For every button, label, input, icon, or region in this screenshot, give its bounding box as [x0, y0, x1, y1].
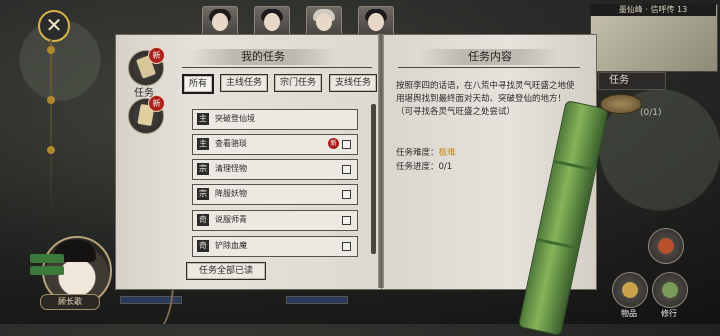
minimap-title: 墨仙峰 · 信呼传 13: [590, 4, 716, 16]
task-name: 降服妖物: [215, 189, 247, 198]
cultivate-label: 修行: [661, 309, 677, 318]
task-type-icon: 宗: [197, 188, 209, 200]
new-badge: 新: [148, 95, 165, 112]
filter-all[interactable]: 所有: [182, 74, 214, 94]
task-type-icon: 主: [197, 138, 209, 150]
filter-main[interactable]: 主线任务: [220, 74, 268, 92]
task-row[interactable]: 主 突破登仙境: [192, 109, 358, 130]
task-name: 说服师青: [215, 215, 247, 224]
filter-side[interactable]: 支线任务: [329, 74, 377, 92]
progress-value: 0/1: [438, 162, 453, 172]
skill-button[interactable]: [648, 228, 684, 264]
task-row[interactable]: 宗 降服妖物: [192, 184, 358, 205]
task-detail-title: 任务内容: [420, 49, 560, 65]
task-name: 铲除血魔: [215, 241, 247, 250]
task-type-icon: 奇: [197, 240, 209, 252]
task-checkbox[interactable]: [342, 140, 351, 149]
items-label: 物品: [621, 309, 637, 318]
cultivate-button[interactable]: [652, 272, 688, 308]
new-badge: 新: [148, 47, 165, 64]
side-task-tab[interactable]: 任务: [598, 72, 666, 90]
items-button[interactable]: [612, 272, 648, 308]
buff-tag: [30, 254, 64, 263]
filter-sect[interactable]: 宗门任务: [274, 74, 322, 92]
close-icon: ✕: [45, 13, 63, 37]
difficulty-label: 任务难度：: [396, 148, 439, 158]
menu-dot-icon: [47, 46, 55, 54]
mark-all-read-button[interactable]: 任务全部已读: [186, 262, 266, 280]
player-name[interactable]: 顾长歌: [40, 294, 100, 310]
task-checkbox[interactable]: [342, 165, 351, 174]
task-type-icon: 主: [197, 113, 209, 125]
my-tasks-title: 我的任务: [188, 49, 338, 65]
title-divider: [398, 67, 580, 68]
bamboo-cap-decoration: [600, 94, 642, 114]
task-row[interactable]: 奇 铲除血魔: [192, 236, 358, 257]
task-name: 查看骆琰: [215, 139, 247, 148]
task-description: 按照李四的话语，在八荒中寻找灵气旺盛之地使用堪舆找到最终面对天劫、突破登仙的地方…: [396, 81, 575, 117]
task-checkbox[interactable]: [342, 216, 351, 225]
menu-dot-icon: [47, 146, 55, 154]
book-spine: [378, 34, 384, 288]
progress-label: 任务进度：: [396, 162, 439, 172]
new-badge: 新: [328, 138, 339, 149]
buff-tag: [30, 266, 64, 275]
task-checkbox[interactable]: [342, 190, 351, 199]
menu-divider: [50, 40, 52, 220]
task-type-icon: 奇: [197, 214, 209, 226]
task-progress: 任务进度：0/1: [396, 160, 452, 172]
task-difficulty: 任务难度：极难: [396, 146, 456, 158]
task-type-icon: 宗: [197, 163, 209, 175]
task-row[interactable]: 主 查看骆琰 新: [192, 134, 358, 155]
side-task-progress: (0/1): [640, 108, 662, 118]
title-divider: [182, 67, 372, 68]
menu-dot-icon: [47, 96, 55, 104]
task-name: 突破登仙境: [215, 114, 255, 123]
task-row[interactable]: 奇 说服师青: [192, 210, 358, 231]
mp-bar: [286, 296, 348, 304]
task-checkbox[interactable]: [342, 242, 351, 251]
difficulty-value: 极难: [438, 148, 456, 158]
task-list-scrollbar[interactable]: [371, 104, 376, 254]
task-name: 清理怪物: [215, 164, 247, 173]
close-button[interactable]: ✕: [38, 10, 70, 42]
task-row[interactable]: 宗 清理怪物: [192, 159, 358, 180]
